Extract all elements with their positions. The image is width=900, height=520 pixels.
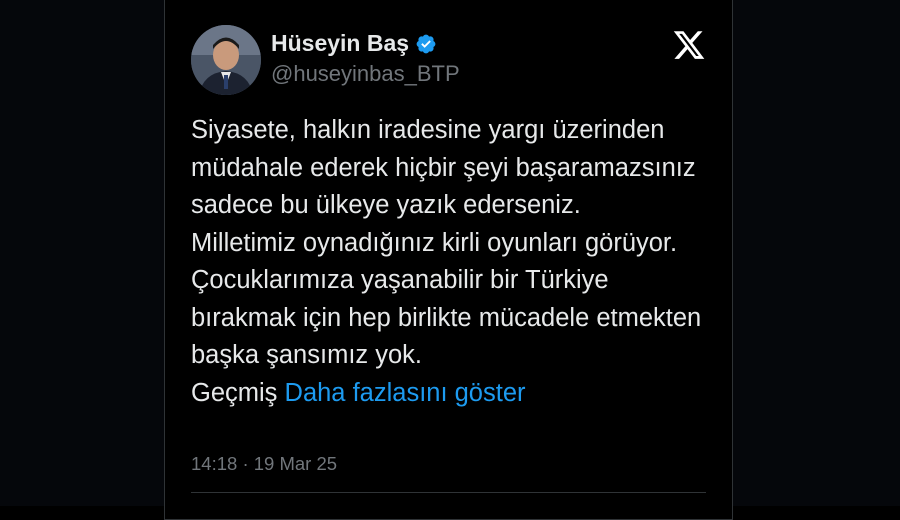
author-handle[interactable]: @huseyinbas_BTP (271, 61, 460, 87)
author-row: Hüseyin Baş (271, 30, 437, 57)
tweet-timestamp[interactable]: 14:18 · 19 Mar 25 (191, 453, 337, 475)
author-name[interactable]: Hüseyin Baş (271, 30, 409, 57)
tweet-paragraph-2-tail: Geçmiş (191, 378, 278, 407)
divider (191, 492, 706, 493)
tweet-card: Hüseyin Baş @huseyinbas_BTP Siyasete, ha… (164, 0, 733, 520)
x-logo-icon[interactable] (671, 28, 707, 62)
tweet-paragraph-2-lead: Milletimiz oynadığınız kirli oyunları gö… (191, 228, 702, 370)
tweet-paragraph-2: Milletimiz oynadığınız kirli oyunları gö… (191, 225, 711, 413)
tweet-paragraph-1: Siyasete, halkın iradesine yargı üzerind… (191, 116, 696, 219)
tweet-text: Siyasete, halkın iradesine yargı üzerind… (191, 112, 711, 412)
verified-badge-icon (416, 34, 436, 53)
show-more-link[interactable]: Daha fazlasını göster (285, 379, 526, 407)
meta-separator: · (242, 453, 249, 474)
tweet-time: 14:18 (191, 453, 238, 474)
avatar[interactable] (191, 25, 261, 95)
tweet-date: 19 Mar 25 (253, 453, 338, 474)
